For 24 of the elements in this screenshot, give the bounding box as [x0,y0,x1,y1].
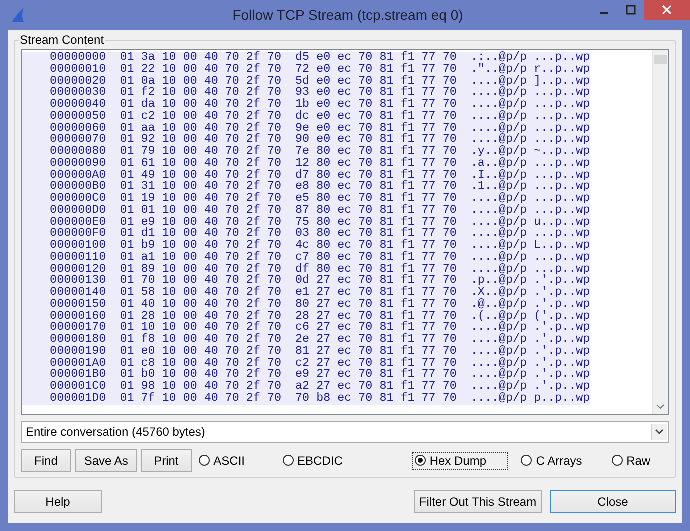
toolbar-button[interactable]: Find [21,449,72,472]
close-button[interactable]: Close [550,490,676,513]
toolbar-button[interactable]: Print [141,449,192,472]
close-icon [662,5,672,15]
maximize-icon [626,5,636,15]
format-radio[interactable]: EBCDIC [280,452,402,470]
caret-icon [655,429,664,435]
format-radio[interactable]: Raw [608,452,664,470]
group-label: Stream Content [19,33,106,47]
filter-button[interactable]: Filter Out This Stream [414,490,542,513]
format-radio[interactable]: ASCII [196,452,270,470]
window-title: Follow TCP Stream (tcp.stream eq 0) [232,7,464,23]
minimize-icon [600,12,608,14]
conversation-dropdown[interactable]: Entire conversation (45760 bytes) [21,421,669,443]
close-window-button[interactable] [644,0,690,20]
fin-icon [10,7,26,23]
scrollbar-thumb[interactable] [654,55,667,64]
format-radio[interactable]: Hex Dump [412,452,508,470]
scrollbar[interactable] [652,50,668,414]
stream-text-area[interactable] [21,49,669,415]
format-radio[interactable]: C Arrays [518,452,599,470]
scroll-down-icon[interactable] [656,404,665,410]
help-button[interactable]: Help [14,490,102,513]
toolbar-button[interactable]: Save As [75,449,138,472]
